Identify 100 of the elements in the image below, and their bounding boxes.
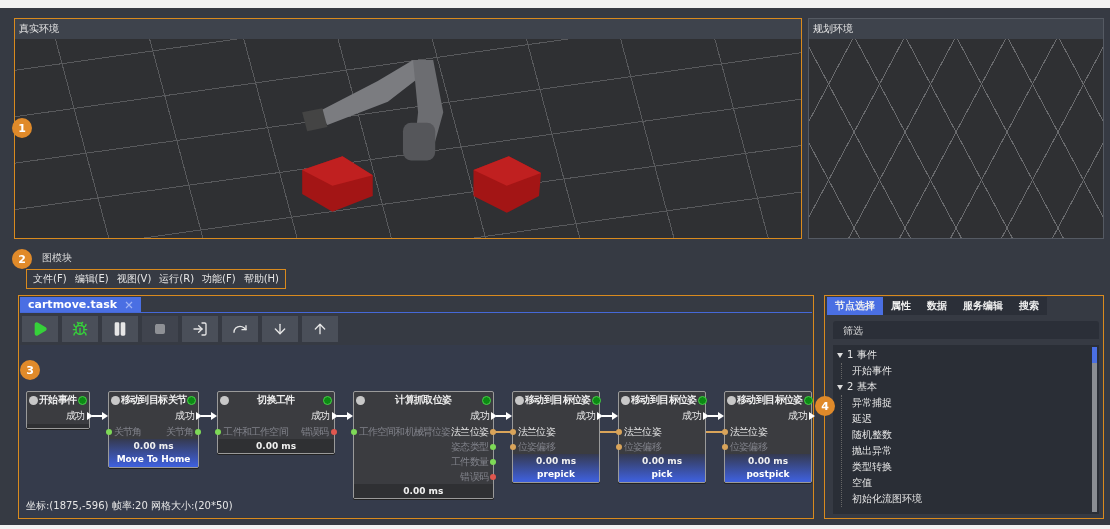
node-label: postpick bbox=[746, 468, 790, 480]
port-label: 工件和工作空间 bbox=[223, 424, 288, 439]
toolbar-button[interactable] bbox=[302, 316, 338, 342]
panel-tab[interactable]: 节点选择 bbox=[827, 297, 883, 315]
status-dot-icon bbox=[727, 395, 736, 405]
node-title: 开始事件 bbox=[39, 393, 77, 407]
toolbar-button[interactable] bbox=[102, 316, 138, 342]
flow-port-icon[interactable] bbox=[703, 412, 709, 420]
status-dot-icon bbox=[697, 395, 707, 405]
port-label: 位姿偏移 bbox=[518, 439, 555, 454]
tree-item[interactable]: 1 事件 bbox=[847, 348, 877, 362]
flow-port-icon[interactable] bbox=[86, 412, 93, 420]
flow-node[interactable]: 开始事件 成功 bbox=[26, 391, 90, 429]
flow-node[interactable]: 移动到目标位姿 成功 法兰位姿 位姿偏移 0.00 ms pick bbox=[618, 391, 706, 483]
node-title: 移动到目标位姿 bbox=[631, 393, 697, 407]
expand-caret-icon[interactable] bbox=[837, 384, 843, 390]
port-dot[interactable] bbox=[490, 443, 496, 450]
status-dot-icon bbox=[110, 395, 120, 405]
port-dot[interactable] bbox=[510, 428, 516, 435]
menu-item[interactable]: 运行(R) bbox=[159, 272, 195, 286]
tree-item[interactable]: 开始事件 bbox=[852, 364, 892, 378]
flow-output-label: 成功 bbox=[576, 409, 595, 423]
file-tab[interactable]: cartmove.task bbox=[20, 297, 141, 312]
port-dot[interactable] bbox=[330, 428, 337, 435]
flow-node[interactable]: 切换工件 成功 工件和工作空间 错误码 0.00 ms bbox=[217, 391, 335, 454]
flow-node[interactable]: 移动到目标位姿 成功 法兰位姿 位姿偏移 0.00 ms prepick bbox=[512, 391, 600, 483]
block-drawing bbox=[302, 156, 373, 212]
port-dot[interactable] bbox=[350, 428, 357, 435]
port-label: 错误码 bbox=[460, 469, 488, 484]
flow-port-icon[interactable] bbox=[331, 412, 338, 420]
callout-badge: 4 bbox=[815, 396, 835, 416]
node-title: 切换工件 bbox=[256, 393, 296, 407]
data-link-line bbox=[600, 431, 618, 433]
menu-item[interactable]: 功能(F) bbox=[202, 272, 236, 286]
port-dot[interactable] bbox=[722, 428, 728, 435]
toolbar-button[interactable] bbox=[262, 316, 298, 342]
flow-output-label: 成功 bbox=[175, 409, 195, 423]
flow-output-label: 成功 bbox=[310, 409, 330, 423]
flow-port-icon[interactable] bbox=[809, 412, 815, 420]
expand-caret-icon[interactable] bbox=[837, 352, 843, 358]
status-dot-icon bbox=[803, 395, 813, 405]
floor-grid-drawing[interactable] bbox=[809, 39, 1103, 238]
menu-item[interactable]: 文件(F) bbox=[33, 272, 67, 286]
menu-item[interactable]: 帮助(H) bbox=[243, 272, 279, 286]
port-dot[interactable] bbox=[105, 428, 112, 435]
port-label: 姿态类型 bbox=[451, 439, 488, 454]
node-time: 0.00 ms bbox=[133, 440, 174, 453]
node-title: 移动到目标位姿 bbox=[525, 393, 591, 407]
filter-field[interactable]: 筛选 bbox=[833, 321, 1099, 339]
menu-item[interactable]: 编辑(E) bbox=[74, 272, 109, 286]
port-dot[interactable] bbox=[616, 443, 622, 450]
tree-item[interactable]: 抛出异常 bbox=[852, 444, 892, 458]
callout-badge: 2 bbox=[12, 249, 32, 269]
scrollbar[interactable] bbox=[1092, 347, 1097, 512]
flow-port-icon[interactable] bbox=[491, 412, 497, 420]
tree-item[interactable]: 初始化流图环境 bbox=[852, 492, 922, 506]
flow-port-icon[interactable] bbox=[597, 412, 603, 420]
flow-node[interactable]: 计算抓取位姿 成功 工作空间和机械臂位姿法兰位姿 姿态类型 工件数量 错误码 0.00 ms bbox=[352, 391, 494, 499]
tree-item[interactable]: 2 基本 bbox=[847, 380, 877, 394]
port-dot[interactable] bbox=[490, 473, 496, 480]
canvas-status-text: 坐标:(1875,-596) 帧率:20 网格大小:(20*50) bbox=[26, 499, 234, 513]
toolbar-button[interactable] bbox=[182, 316, 218, 342]
flow-arrow bbox=[89, 412, 108, 420]
toolbar-button[interactable] bbox=[62, 316, 98, 342]
node-title: 移动到目标关节 bbox=[120, 393, 187, 407]
port-label: 关节角 bbox=[113, 424, 142, 439]
port-label: 工件数量 bbox=[451, 454, 488, 469]
flow-arrow bbox=[706, 412, 724, 420]
tree-item[interactable]: 异常捕捉 bbox=[852, 396, 892, 410]
pause-icon bbox=[112, 321, 128, 337]
flow-output-label: 成功 bbox=[682, 409, 701, 423]
flow-node[interactable]: 移动到目标关节 成功 关节角 关节角 0.00 ms Move To Home bbox=[107, 391, 200, 468]
node-label: prepick bbox=[537, 468, 575, 480]
flow-output-label: 成功 bbox=[65, 409, 85, 423]
status-dot-icon bbox=[29, 395, 38, 405]
menu-item[interactable]: 视图(V) bbox=[116, 272, 152, 286]
viewport-title: 规划环境 bbox=[813, 22, 853, 36]
tree-item[interactable]: 随机整数 bbox=[852, 428, 892, 442]
tree-item[interactable]: 延迟 bbox=[852, 412, 872, 426]
port-dot[interactable] bbox=[722, 443, 728, 450]
node-time: 0.00 ms bbox=[403, 485, 444, 498]
bug-icon bbox=[72, 321, 88, 337]
flow-port-icon[interactable] bbox=[196, 412, 203, 420]
tree-item[interactable]: 空值 bbox=[852, 476, 872, 490]
port-dot[interactable] bbox=[215, 428, 222, 435]
port-label: 错误码 bbox=[301, 424, 329, 439]
status-dot-icon bbox=[77, 395, 87, 405]
tree-item[interactable]: 类型转换 bbox=[852, 460, 892, 474]
port-label: 位姿偏移 bbox=[624, 439, 661, 454]
port-dot[interactable] bbox=[195, 428, 202, 435]
toolbar-button[interactable] bbox=[22, 316, 58, 342]
port-dot[interactable] bbox=[510, 443, 516, 450]
node-label: Move To Home bbox=[116, 453, 191, 465]
flow-arrow bbox=[494, 412, 512, 420]
flow-arrow bbox=[199, 412, 218, 420]
toolbar-button[interactable] bbox=[222, 316, 258, 342]
port-label: 法兰位姿 bbox=[518, 424, 555, 439]
port-dot[interactable] bbox=[490, 458, 496, 465]
flow-node[interactable]: 移动到目标位姿 成功 法兰位姿 位姿偏移 0.00 ms postpick bbox=[724, 391, 812, 483]
port-dot[interactable] bbox=[616, 428, 622, 435]
